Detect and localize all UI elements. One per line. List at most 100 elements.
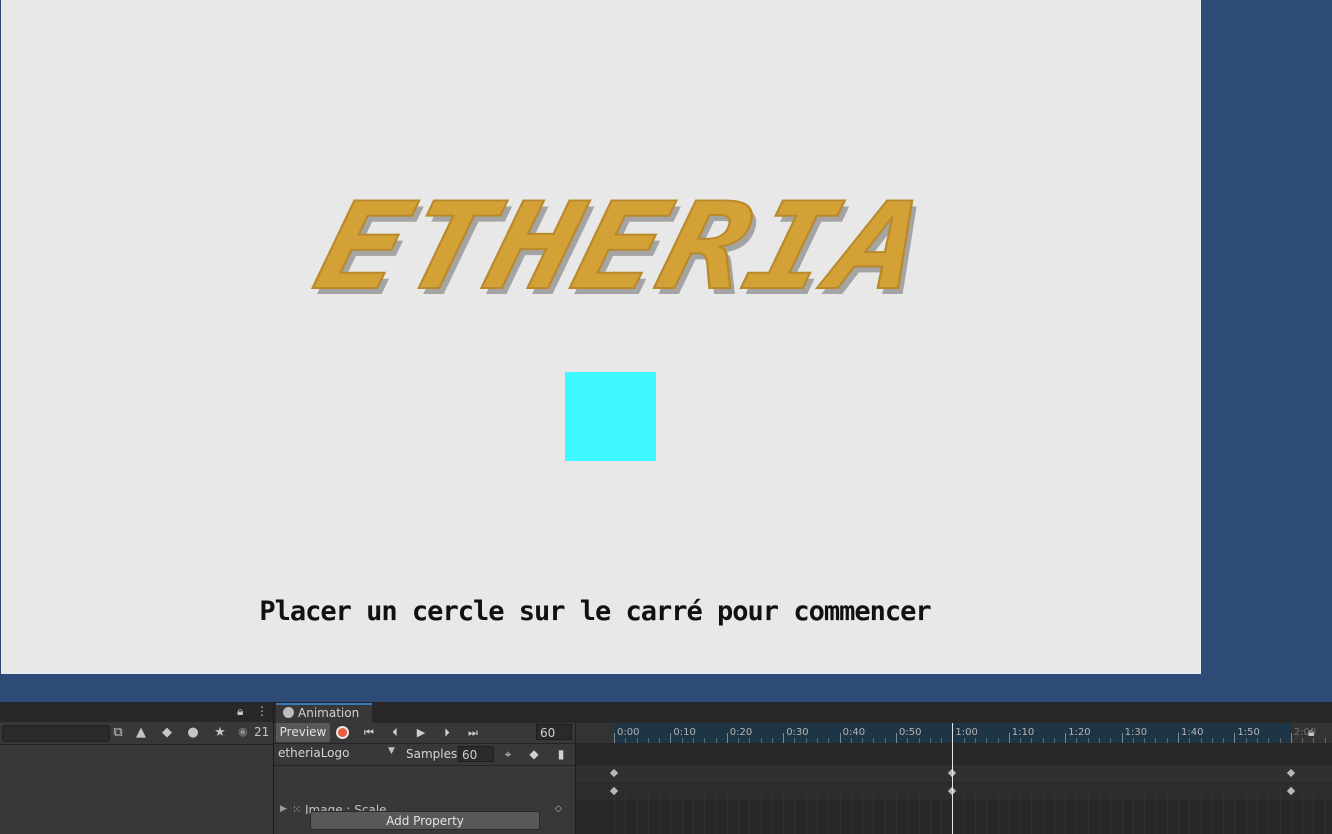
current-frame-field[interactable]: 60 xyxy=(536,724,572,740)
star-icon[interactable]: ★ xyxy=(211,724,229,742)
tag-icon[interactable]: ◆ xyxy=(158,724,176,742)
tick-mark xyxy=(1008,733,1010,743)
chevron-down-icon[interactable]: ▼ xyxy=(388,746,395,756)
tick-minor xyxy=(625,738,627,743)
tick-minor xyxy=(1110,738,1112,743)
first-key-icon[interactable]: ⏮ xyxy=(358,724,380,742)
tick-label: 1:20 xyxy=(1068,727,1091,738)
instruction-text: Placer un cercle sur le carré pour comme… xyxy=(259,596,931,627)
gridline xyxy=(692,787,694,834)
tick-minor xyxy=(760,738,762,743)
playhead[interactable] xyxy=(952,723,953,834)
tick-minor xyxy=(1256,738,1258,743)
tick-minor xyxy=(647,738,649,743)
search-input[interactable] xyxy=(2,725,110,742)
tick-minor xyxy=(1020,738,1022,743)
gridline xyxy=(1279,787,1281,834)
dopesheet-timeline[interactable]: 0:00 0:10 0:20 0:30 0:40 0:50 1:00 1:10 1:20 1:30… xyxy=(576,723,1332,834)
gridline xyxy=(1178,787,1179,834)
crosshair-icon[interactable]: ⌖ xyxy=(498,746,518,763)
gridline xyxy=(1302,787,1304,834)
logo-text: ETHERIA xyxy=(303,198,921,302)
gridline xyxy=(986,787,988,834)
tick-minor xyxy=(817,738,819,743)
gridline xyxy=(625,787,627,834)
clock-icon xyxy=(283,707,294,718)
timeline-ruler[interactable]: 0:00 0:10 0:20 0:30 0:40 0:50 1:00 1:10 1:20 1:30… xyxy=(576,723,1332,743)
gridline xyxy=(1313,787,1315,834)
gridline xyxy=(907,787,909,834)
gridline xyxy=(1042,787,1044,834)
warning-icon[interactable]: ● xyxy=(184,724,202,742)
gridline xyxy=(726,787,728,834)
gridline xyxy=(794,787,796,834)
gridline xyxy=(670,787,672,834)
gridline xyxy=(1245,787,1247,834)
tick-mark xyxy=(726,733,728,743)
tick-mark xyxy=(839,733,841,743)
add-property-button[interactable]: Add Property xyxy=(310,811,540,830)
tick-minor xyxy=(1211,738,1213,743)
scene-filter-icon[interactable]: ⧉ xyxy=(109,724,127,742)
next-key-icon[interactable]: ⏵ xyxy=(436,724,458,742)
lock-icon[interactable]: 🔒︎ xyxy=(237,704,243,719)
tick-minor xyxy=(1099,738,1101,743)
samples-label: Samples xyxy=(406,747,458,761)
tick-minor xyxy=(828,738,830,743)
add-keyframe-icon[interactable]: ◆ xyxy=(524,746,544,763)
shapes-icon[interactable]: ▲ xyxy=(132,724,150,742)
gridline xyxy=(1076,787,1078,834)
preview-button[interactable]: Preview xyxy=(276,723,330,742)
tab-animation[interactable]: Animation xyxy=(276,703,372,723)
rect-transform-icon: ⁙ xyxy=(292,803,302,816)
tick-minor xyxy=(1031,738,1033,743)
visibility-eye-icon[interactable]: ◉ xyxy=(238,725,248,738)
tick-label: 0:50 xyxy=(899,727,922,738)
tab-animation-label: Animation xyxy=(298,706,360,720)
gridline xyxy=(1110,787,1112,834)
gridline xyxy=(783,787,785,834)
tick-minor xyxy=(1132,738,1134,743)
last-key-icon[interactable]: ⏭ xyxy=(462,724,484,742)
animation-controls: Preview ⏮ ⏴ ▶ ⏵ ⏭ 60 etheriaLogo ▼ Sampl… xyxy=(274,723,576,834)
gridline xyxy=(1065,787,1067,834)
tick-minor xyxy=(715,738,717,743)
tick-minor xyxy=(1223,738,1225,743)
gridline xyxy=(997,787,999,834)
more-icon[interactable]: ⋮ xyxy=(256,704,268,718)
timeline-lock-icon[interactable]: 🔒︎ xyxy=(1308,725,1314,740)
gridline xyxy=(1099,787,1101,834)
gridline xyxy=(1189,787,1191,834)
tick-mark xyxy=(1234,733,1236,743)
gridline xyxy=(659,787,661,834)
samples-field[interactable]: 60 xyxy=(458,746,494,762)
animation-panel: Animation Preview ⏮ ⏴ ▶ ⏵ ⏭ 60 etheriaLo… xyxy=(274,702,1332,834)
gridline xyxy=(1008,787,1010,834)
tick-minor xyxy=(850,738,852,743)
expand-triangle-icon[interactable]: ▶ xyxy=(280,804,287,814)
hierarchy-panel: 🔒︎ ⋮ ⧉ ▲ ◆ ● ★ ◉ 21 xyxy=(0,702,274,834)
gridline xyxy=(1144,787,1146,834)
hierarchy-header: 🔒︎ ⋮ xyxy=(0,702,273,722)
tick-minor xyxy=(986,738,988,743)
play-icon[interactable]: ▶ xyxy=(410,724,432,742)
tick-mark xyxy=(896,733,897,743)
gridline xyxy=(771,787,773,834)
tick-minor xyxy=(692,738,694,743)
tick-label: 0:20 xyxy=(729,727,753,738)
gridline xyxy=(1268,787,1270,834)
tick-mark xyxy=(1290,733,1292,743)
tick-label: 1:00 xyxy=(955,727,978,738)
editor-panel: 🔒︎ ⋮ ⧉ ▲ ◆ ● ★ ◉ 21 Animation Preview ⏮ … xyxy=(0,702,1332,834)
tick-minor xyxy=(738,738,740,743)
record-button[interactable] xyxy=(336,726,349,739)
tick-minor xyxy=(1189,738,1191,743)
tick-minor xyxy=(704,738,706,743)
add-event-icon[interactable]: ▮ xyxy=(551,746,571,763)
tick-minor xyxy=(1144,738,1146,743)
keyframe-toggle-icon[interactable]: ◇ xyxy=(555,804,562,814)
tick-minor xyxy=(918,738,920,743)
gridline xyxy=(1053,787,1055,834)
clip-dropdown[interactable]: etheriaLogo xyxy=(278,746,349,760)
prev-key-icon[interactable]: ⏴ xyxy=(384,724,406,742)
